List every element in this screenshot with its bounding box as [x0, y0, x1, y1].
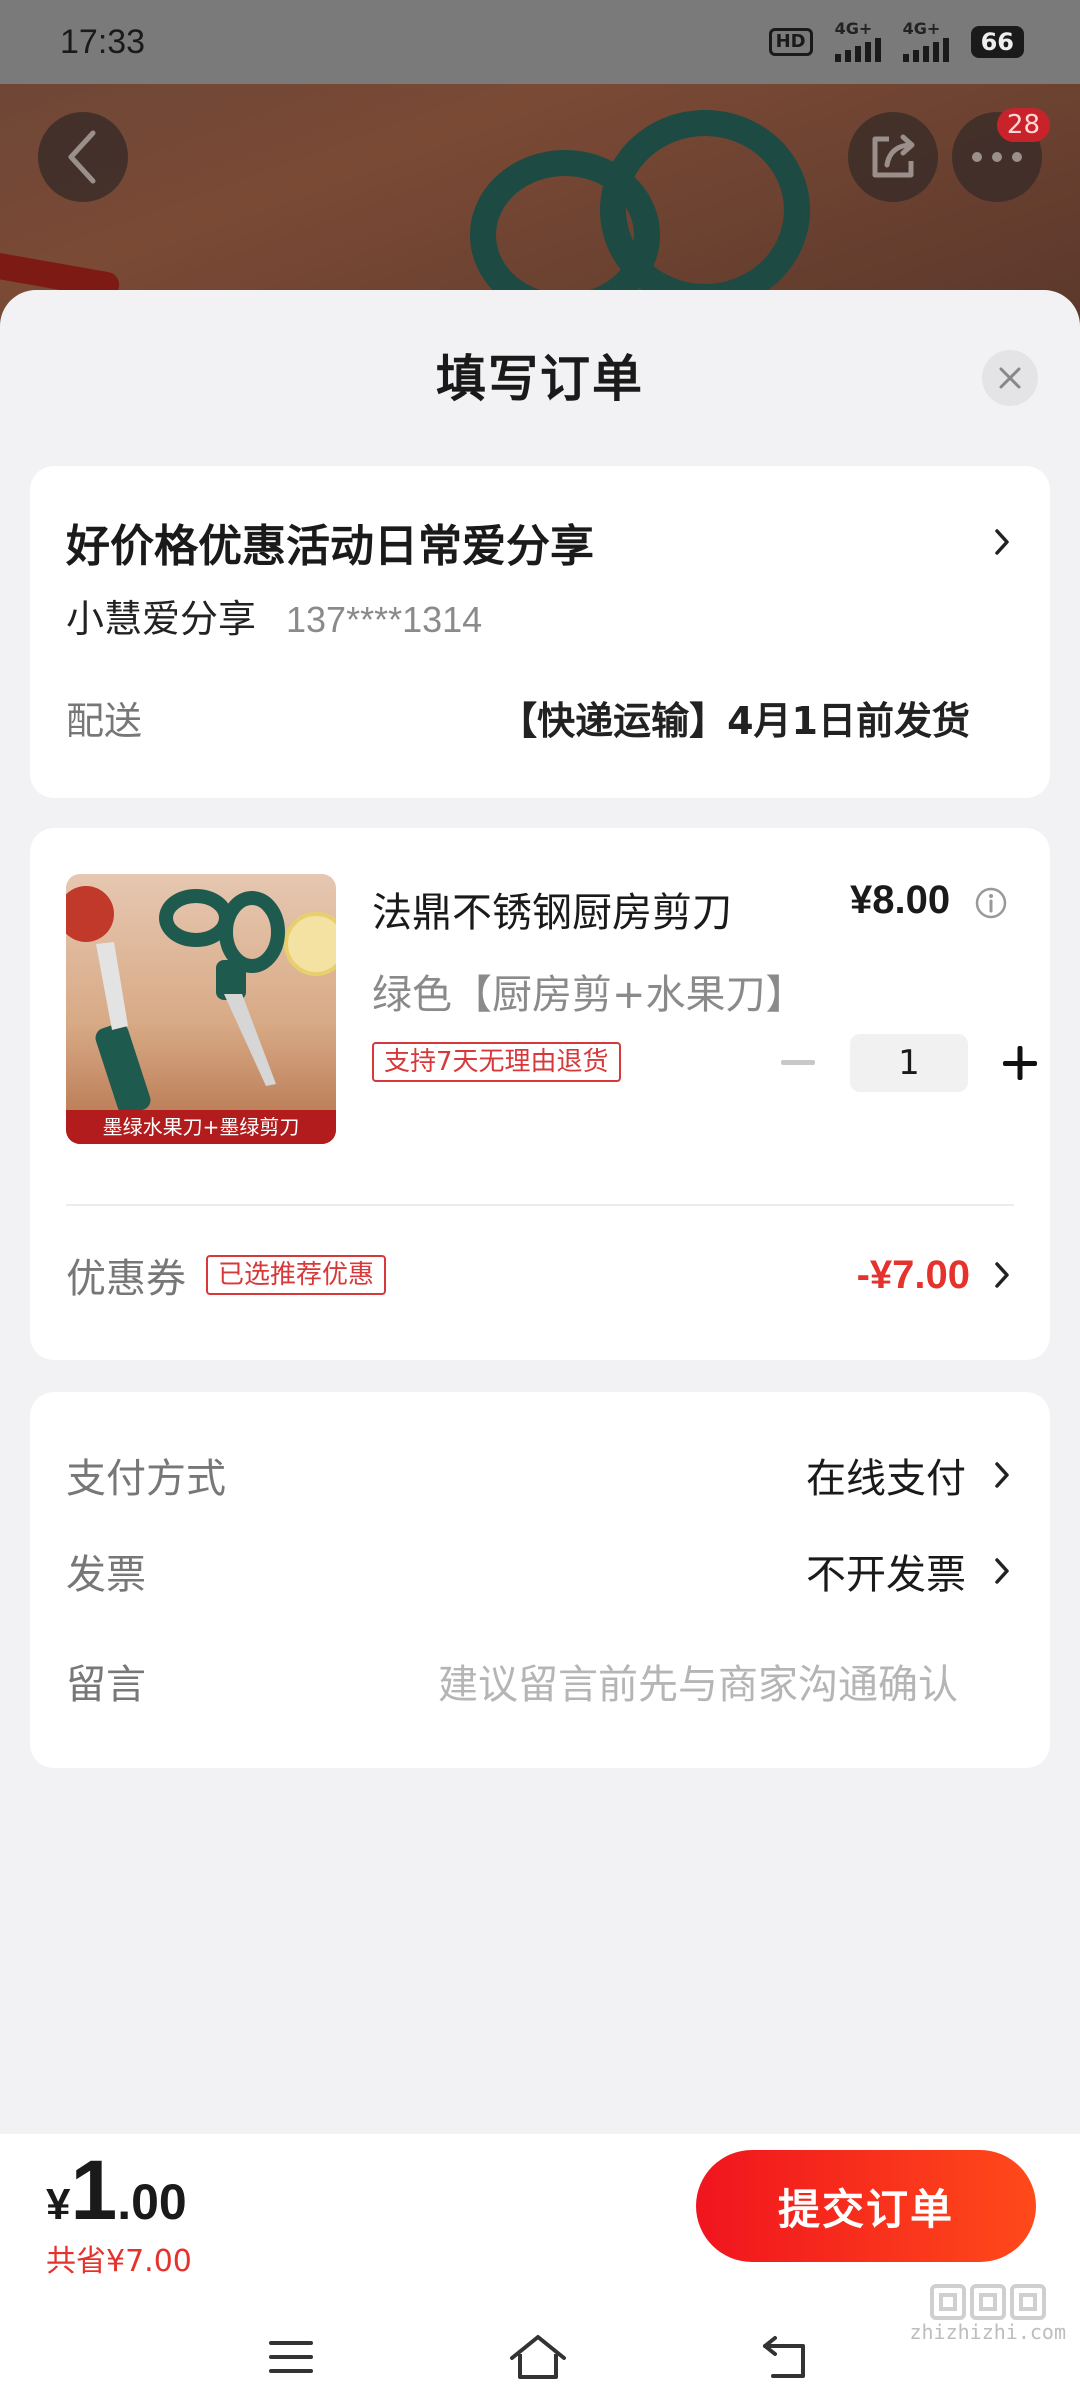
page-title: 填写订单	[436, 350, 644, 408]
close-button[interactable]	[982, 350, 1038, 406]
image-caption: 墨绿水果刀+墨绿剪刀	[66, 1110, 336, 1144]
info-icon[interactable]	[974, 886, 1008, 924]
order-sheet: 填写订单 好价格优惠活动日常爱分享 小慧爱分享 137****1314 配送 【…	[0, 290, 1080, 2134]
contact-name: 小慧爱分享	[66, 597, 257, 641]
contact-phone: 137****1314	[286, 599, 483, 640]
address-title: 好价格优惠活动日常爱分享	[66, 521, 594, 572]
chevron-left-icon	[68, 130, 96, 184]
chevron-right-icon	[990, 1455, 1014, 1495]
watermark-text: zhizhizhi.com	[909, 2320, 1066, 2344]
scissors-knife-image	[66, 886, 336, 1115]
product-card: 墨绿水果刀+墨绿剪刀 法鼎不锈钢厨房剪刀 ¥8.00 绿色【厨房剪+水果刀】 支…	[30, 828, 1050, 1360]
product-price: ¥8.00	[850, 878, 951, 922]
back-button[interactable]	[38, 112, 128, 202]
more-button[interactable]: 28	[952, 108, 1050, 202]
watermark-logo-icon	[909, 2284, 1066, 2320]
total-decimal: .00	[117, 2174, 187, 2230]
invoice-value: 不开发票	[806, 1552, 966, 1598]
shipping-value: 【快递运输】4月1日前发货	[499, 699, 970, 743]
invoice-row[interactable]: 发票 不开发票	[66, 1542, 1014, 1600]
more-dots-icon	[972, 152, 1022, 162]
menu-nav-button[interactable]	[267, 2337, 315, 2381]
coupon-row[interactable]: 优惠券 已选推荐优惠 -¥7.00	[66, 1246, 1014, 1304]
minus-icon	[781, 1060, 815, 1065]
plus-icon	[1003, 1046, 1037, 1080]
total-integer: 1	[70, 2143, 118, 2237]
return-policy-badge: 支持7天无理由退货	[372, 1042, 621, 1082]
payment-method-right: 在线支付	[806, 1446, 1014, 1504]
back-nav-button[interactable]	[761, 2334, 813, 2384]
shipping-label: 配送	[66, 699, 143, 743]
share-icon	[872, 134, 915, 178]
home-icon	[509, 2335, 566, 2379]
payment-method-value: 在线支付	[806, 1456, 966, 1502]
shipping-row: 配送 【快递运输】4月1日前发货	[66, 690, 970, 745]
address-card[interactable]: 好价格优惠活动日常爱分享 小慧爱分享 137****1314 配送 【快递运输】…	[30, 466, 1050, 798]
product-thumbnail[interactable]: 墨绿水果刀+墨绿剪刀	[66, 874, 336, 1144]
address-title-row[interactable]: 好价格优惠活动日常爱分享	[66, 510, 1014, 574]
sheet-header: 填写订单	[0, 290, 1080, 460]
payment-method-row[interactable]: 支付方式 在线支付	[66, 1446, 1014, 1504]
menu-icon	[268, 2341, 313, 2373]
signal-2: 4G+	[902, 21, 949, 62]
increase-quantity-button[interactable]	[992, 1035, 1048, 1091]
status-time: 17:33	[60, 22, 146, 61]
watermark: zhizhizhi.com	[909, 2284, 1066, 2344]
quantity-input[interactable]: 1	[850, 1034, 968, 1092]
divider	[66, 1204, 1014, 1206]
submit-order-button[interactable]: 提交订单	[696, 2150, 1036, 2262]
home-nav-button[interactable]	[508, 2332, 568, 2386]
coupon-left: 优惠券 已选推荐优惠	[66, 1246, 387, 1304]
chevron-right-icon	[990, 1255, 1014, 1295]
quantity-stepper: 1	[770, 1034, 1048, 1092]
share-button[interactable]	[848, 112, 938, 202]
battery-indicator: 66	[970, 26, 1024, 58]
close-icon	[999, 367, 1021, 389]
chevron-right-icon	[990, 1551, 1014, 1591]
invoice-label: 发票	[66, 1552, 146, 1598]
total-saved: 共省¥7.00	[46, 2244, 192, 2279]
contact-info: 小慧爱分享 137****1314	[66, 588, 482, 643]
signal-1: 4G+	[834, 21, 881, 62]
chevron-right-icon	[990, 522, 1014, 562]
bottom-bar: ¥ 1 .00 共省¥7.00 提交订单 zhizhizhi.com	[0, 2134, 1080, 2408]
product-name: 法鼎不锈钢厨房剪刀	[372, 890, 732, 936]
payment-method-label: 支付方式	[66, 1456, 226, 1502]
message-label: 留言	[66, 1662, 146, 1708]
product-spec: 绿色【厨房剪+水果刀】	[372, 972, 806, 1018]
message-row: 留言 建议留言前先与商家沟通确认	[66, 1652, 1014, 1710]
options-card: 支付方式 在线支付 发票 不开发票 留言 建议留言前先与商家沟通确认	[30, 1392, 1050, 1768]
message-badge: 28	[996, 108, 1050, 142]
coupon-discount: -¥7.00	[856, 1252, 970, 1297]
currency-symbol: ¥	[46, 2180, 71, 2229]
coupon-label: 优惠券	[66, 1256, 186, 1302]
coupon-badge: 已选推荐优惠	[206, 1255, 387, 1295]
hd-indicator: HD	[768, 28, 813, 56]
status-icons: HD 4G+ 4G+ 66	[768, 21, 1024, 62]
signal-bars-icon	[902, 36, 949, 62]
decrease-quantity-button[interactable]	[770, 1035, 826, 1091]
coupon-right: -¥7.00	[857, 1253, 1014, 1298]
message-input[interactable]: 建议留言前先与商家沟通确认	[438, 1652, 958, 1710]
back-arrow-icon	[763, 2336, 806, 2378]
status-bar: 17:33 HD 4G+ 4G+ 66	[0, 0, 1080, 84]
signal-bars-icon	[834, 36, 881, 62]
invoice-right: 不开发票	[806, 1542, 1014, 1600]
order-total: ¥ 1 .00	[46, 2142, 187, 2239]
